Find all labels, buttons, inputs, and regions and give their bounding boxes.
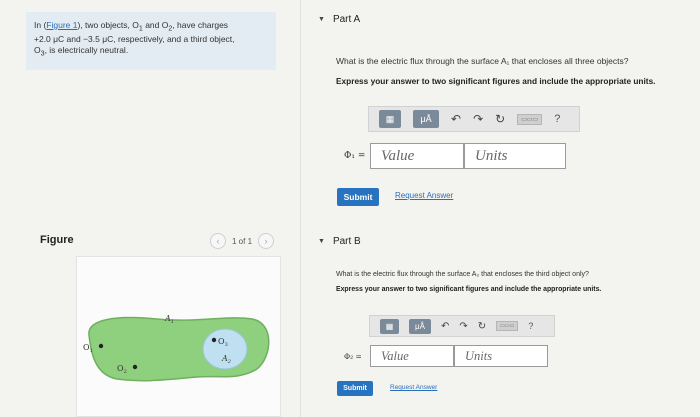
object-o3-dot (211, 337, 217, 343)
part-b-submit-button[interactable]: Submit (337, 381, 373, 396)
next-figure-button[interactable]: › (258, 233, 275, 249)
part-a-symbol: Φ₁ = (344, 151, 366, 161)
reset-icon[interactable]: ↻ (495, 112, 505, 126)
chevron-right-icon: › (264, 236, 268, 246)
pager-count: 1 of 1 (232, 236, 253, 246)
figure-heading: Figure (40, 234, 74, 246)
left-column: In (Figure 1), two objects, O1 and O2, h… (0, 0, 300, 417)
part-b-question: What is the electric flux through the su… (336, 271, 589, 278)
part-b-title: Part B (332, 236, 361, 247)
help-button[interactable]: ? (528, 321, 533, 331)
part-a-question: What is the electric flux through the su… (336, 56, 629, 66)
templates-icon[interactable]: ▦ (380, 318, 399, 334)
object-o1-dot (98, 343, 104, 349)
chevron-left-icon: ‹ (216, 236, 220, 246)
part-b-units-input[interactable]: Units (454, 345, 548, 367)
problem-intro: In (Figure 1), two objects, O1 and O2, h… (26, 12, 276, 70)
part-a-value-input[interactable]: Value (370, 143, 464, 169)
units-symbol-button[interactable]: μÅ (413, 110, 439, 128)
gauss-surface-diagram: O1 O2 O3 A1 A2 (83, 314, 270, 382)
part-a-title: Part A (332, 14, 361, 25)
keyboard-icon[interactable]: ▭▭▭ (517, 113, 543, 125)
collapse-triangle-icon: ▼ (318, 16, 325, 23)
part-b-instruction: Express your answer to two significant f… (336, 286, 602, 293)
collapse-triangle-icon: ▼ (318, 238, 325, 245)
reset-icon[interactable]: ↻ (478, 321, 486, 332)
templates-icon[interactable]: ▦ (379, 110, 401, 128)
units-symbol-button[interactable]: μÅ (409, 318, 431, 334)
column-divider (300, 0, 301, 417)
redo-icon[interactable]: ↷ (473, 112, 483, 126)
undo-icon[interactable]: ↶ (441, 321, 449, 332)
prev-figure-button[interactable]: ‹ (210, 233, 226, 249)
figure-pager: ‹ 1 of 1 › (210, 232, 275, 250)
redo-icon[interactable]: ↷ (459, 321, 467, 332)
part-a-header[interactable]: ▼ Part A (318, 14, 360, 25)
help-button[interactable]: ? (554, 113, 560, 125)
part-b-request-answer-link[interactable]: Request Answer (390, 384, 437, 391)
figure-link[interactable]: Figure 1 (46, 20, 77, 30)
part-b-math-toolbar: ▦ μÅ ↶ ↷ ↻ ▭▭▭ ? (369, 315, 555, 337)
part-a-math-toolbar: ▦ μÅ ↶ ↷ ↻ ▭▭▭ ? (368, 106, 580, 132)
part-a-answer-row: Φ₁ = Value Units (344, 143, 566, 169)
part-b-answer-row: Φ₂ = Value Units (344, 345, 548, 367)
part-b-symbol: Φ₂ = (344, 351, 362, 361)
undo-icon[interactable]: ↶ (451, 112, 461, 126)
part-b-value-input[interactable]: Value (370, 345, 454, 367)
part-a-submit-button[interactable]: Submit (337, 188, 379, 206)
keyboard-icon[interactable]: ▭▭▭ (496, 321, 519, 331)
part-a-instruction: Express your answer to two significant f… (336, 76, 656, 86)
part-b-header[interactable]: ▼ Part B (318, 236, 361, 247)
object-o2-dot (132, 364, 138, 370)
figure-panel: O1 O2 O3 A1 A2 (76, 256, 281, 417)
surface-a2 (202, 328, 248, 370)
part-a-request-answer-link[interactable]: Request Answer (395, 191, 453, 200)
part-a-units-input[interactable]: Units (464, 143, 566, 169)
